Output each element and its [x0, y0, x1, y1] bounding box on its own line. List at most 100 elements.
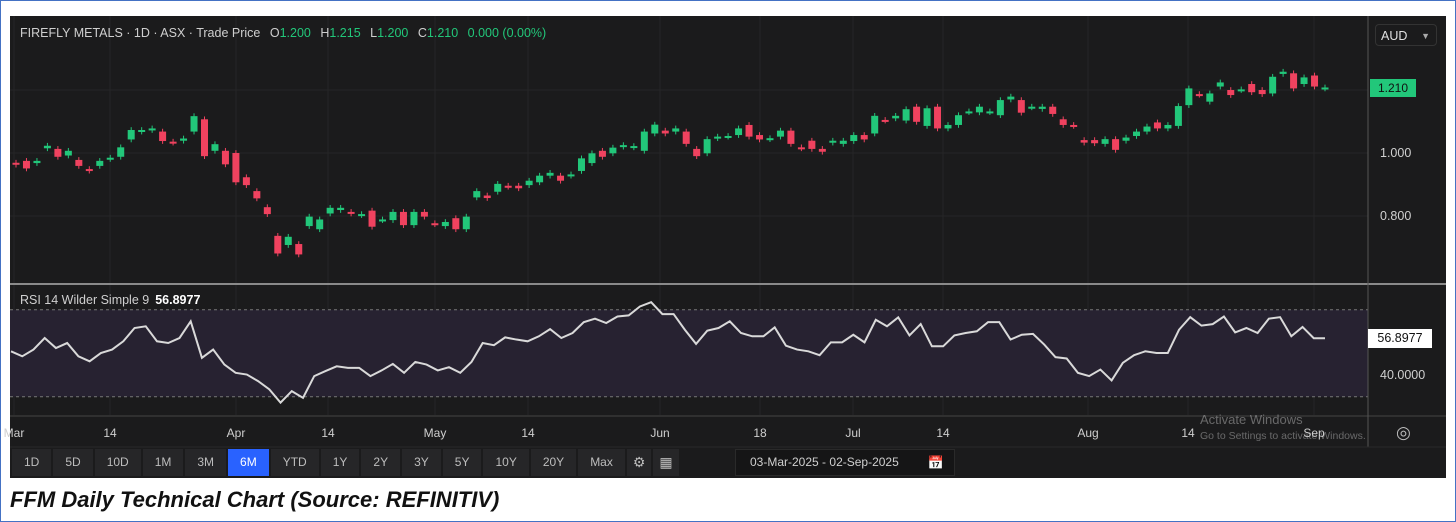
candle-down [274, 235, 282, 254]
candle-down [1248, 84, 1256, 93]
range-button-1m[interactable]: 1M [142, 449, 184, 476]
candle-up [871, 115, 879, 134]
chart-settings-icon[interactable]: ⚙ [626, 449, 652, 476]
candle-down [682, 131, 690, 144]
candle-up [839, 140, 847, 144]
candle-down [22, 160, 30, 169]
range-button-1d[interactable]: 1D [12, 449, 52, 476]
range-button-3m[interactable]: 3M [185, 449, 227, 476]
candle-down [452, 218, 460, 230]
candle-down [1258, 90, 1266, 95]
low-value: 1.200 [377, 26, 409, 40]
candle-down [1311, 75, 1319, 87]
candle-down [1091, 140, 1099, 144]
candle-down [756, 135, 764, 140]
candle-up [954, 115, 962, 125]
candle-up [776, 130, 784, 137]
candle-up [1143, 126, 1151, 132]
candle-up [138, 130, 146, 133]
candle-down [808, 140, 816, 149]
date-tick: 18 [753, 426, 767, 440]
layout-icon[interactable]: ▦ [653, 449, 679, 476]
range-button-6m[interactable]: 6M [228, 449, 269, 476]
range-button-5y[interactable]: 5Y [442, 449, 482, 476]
last-price-tag: 1.210 [1370, 79, 1416, 97]
candle-down [693, 148, 701, 157]
date-tick: May [423, 426, 447, 440]
range-button-20y[interactable]: 20Y [530, 449, 577, 476]
range-button-max[interactable]: Max [578, 449, 625, 476]
candle-down [913, 106, 921, 122]
candle-down [515, 185, 523, 189]
candle-up [892, 115, 900, 119]
close-value: 1.210 [426, 26, 459, 40]
range-button-10y[interactable]: 10Y [483, 449, 529, 476]
candle-up [672, 128, 680, 132]
candle-up [577, 158, 585, 171]
date-tick: 14 [1181, 426, 1195, 440]
candle-up [326, 207, 334, 214]
candle-down [242, 177, 250, 186]
figure-caption: FFM Daily Technical Chart (Source: REFIN… [10, 487, 500, 512]
rsi-tick: 40.0000 [1380, 368, 1426, 382]
range-button-5d[interactable]: 5D [53, 449, 93, 476]
price-tick: 0.800 [1380, 209, 1412, 223]
candle-up [996, 100, 1004, 116]
calendar-icon: 📅 [927, 455, 944, 470]
date-range-picker[interactable]: 03-Mar-2025 - 02-Sep-2025 📅 [735, 449, 955, 476]
candle-down [1153, 122, 1161, 129]
candle-up [986, 111, 994, 114]
candle-up [703, 139, 711, 154]
candle-up [473, 191, 481, 198]
range-button-3y[interactable]: 3Y [402, 449, 441, 476]
candle-up [735, 128, 743, 136]
candle-up [33, 160, 41, 164]
candle-down [661, 130, 669, 134]
candle-up [211, 144, 219, 151]
candle-down [159, 131, 167, 142]
candle-up [766, 138, 774, 141]
candle-up [567, 174, 575, 177]
candle-down [85, 169, 93, 172]
candle-down [1227, 90, 1235, 96]
candle-up [316, 219, 324, 230]
candle-up [441, 221, 449, 227]
date-tick: 14 [321, 426, 335, 440]
range-button-10d[interactable]: 10D [94, 449, 141, 476]
chart-canvas[interactable] [0, 0, 1456, 522]
candle-down [368, 210, 376, 227]
date-tick: 14 [103, 426, 117, 440]
candle-up [965, 111, 973, 114]
candle-up [148, 128, 156, 131]
candle-up [494, 183, 502, 192]
candle-down [169, 141, 177, 144]
change-value: 0.000 (0.00%) [467, 26, 547, 40]
rsi-value-tag: 56.8977 [1368, 329, 1432, 348]
candle-up [1007, 96, 1015, 100]
watermark-line2: Go to Settings to activate Windows. [1200, 430, 1366, 442]
date-tick: Jun [650, 426, 670, 440]
candle-up [609, 147, 617, 154]
currency-select[interactable]: AUD ▼ [1375, 24, 1437, 46]
candle-down [75, 159, 83, 166]
candle-up [588, 153, 596, 164]
candle-up [1133, 131, 1141, 136]
range-button-2y[interactable]: 2Y [361, 449, 401, 476]
candle-down [818, 148, 826, 152]
open-value: 1.200 [279, 26, 311, 40]
candle-up [923, 108, 931, 126]
range-button-1y[interactable]: 1Y [320, 449, 360, 476]
candle-down [860, 135, 868, 140]
range-button-ytd[interactable]: YTD [270, 449, 319, 476]
candle-up [1237, 89, 1245, 92]
date-tick: Jul [845, 426, 861, 440]
candle-up [1279, 71, 1287, 74]
candle-up [180, 138, 188, 141]
candle-up [389, 211, 397, 221]
settings-icon[interactable]: ◎ [1396, 423, 1411, 443]
candle-up [525, 180, 533, 186]
watermark-line1: Activate Windows [1200, 412, 1303, 427]
candle-down [1195, 94, 1203, 97]
candle-up [127, 130, 135, 140]
candle-up [1206, 93, 1214, 102]
